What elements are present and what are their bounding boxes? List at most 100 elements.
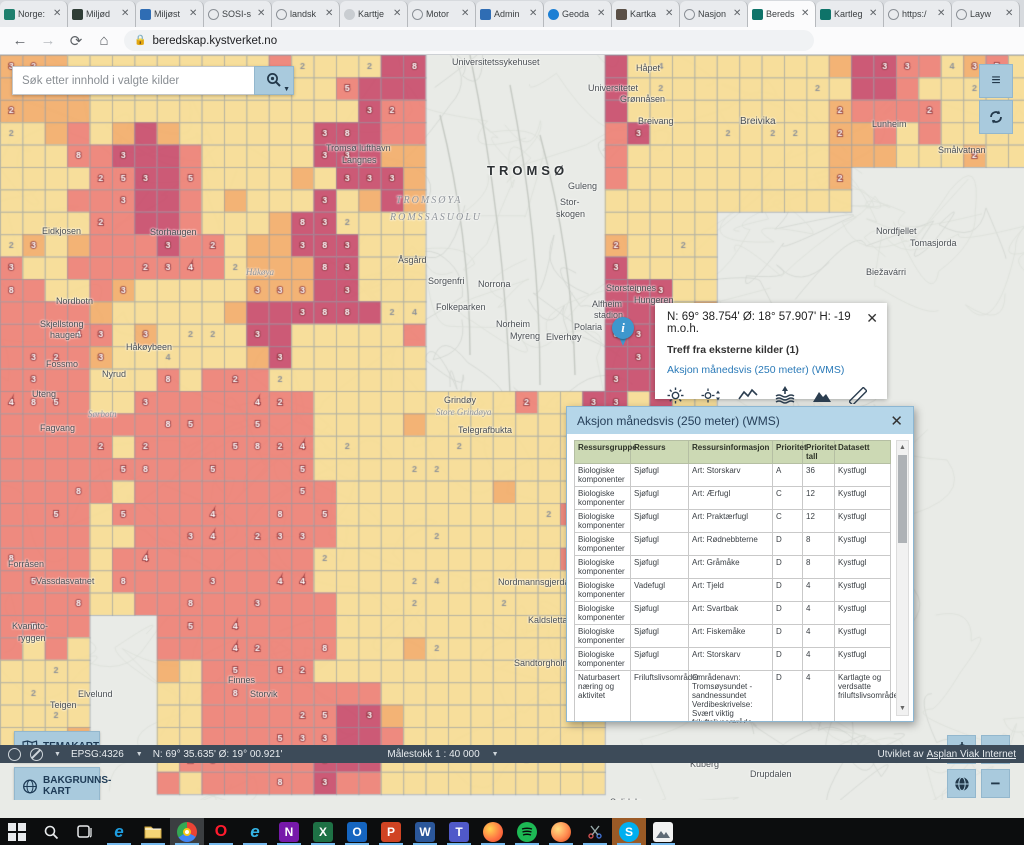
asplan-viak-link[interactable]: Asplan Viak Internet (927, 749, 1016, 760)
browser-tab-15[interactable]: Layw✕ (952, 1, 1020, 27)
taskbar-chrome-icon[interactable] (170, 818, 204, 845)
browser-tab-2[interactable]: Miljød✕ (68, 1, 136, 27)
taskbar-task-view-icon[interactable] (68, 818, 102, 845)
browser-tab-5[interactable]: landsk✕ (272, 1, 340, 27)
profile-icon[interactable] (738, 387, 758, 403)
caret-down-icon[interactable]: ▼ (54, 751, 61, 758)
browser-tab-6[interactable]: Karttje✕ (340, 1, 408, 27)
tab-close-icon[interactable]: ✕ (869, 9, 879, 19)
overview-globe-button[interactable] (947, 769, 976, 798)
address-bar[interactable]: 🔒 beredskap.kystverket.no (124, 30, 814, 51)
tab-close-icon[interactable]: ✕ (665, 9, 675, 19)
bakgrunnskart-button[interactable]: BAKGRUNNS-KART (14, 767, 100, 800)
taskbar-opera-icon[interactable]: O (204, 818, 238, 845)
table-row[interactable]: Biologiske komponenterSjøfuglArt: Storsk… (575, 648, 891, 671)
scale-selector[interactable]: Målestokk 1 : 40 000 (387, 749, 479, 760)
scroll-up-icon[interactable]: ▲ (897, 441, 908, 454)
tab-favicon (344, 9, 355, 20)
table-cell: Biologiske komponenter (575, 579, 631, 602)
tab-close-icon[interactable]: ✕ (937, 9, 947, 19)
table-row[interactable]: Biologiske komponenterSjøfuglArt: Gråmåk… (575, 556, 891, 579)
table-cell: Art: Ærfugl (689, 487, 773, 510)
taskbar-file-explorer-icon[interactable] (136, 818, 170, 845)
browser-tab-9[interactable]: Geoda✕ (544, 1, 612, 27)
table-row[interactable]: Biologiske komponenterSjøfuglArt: Praktæ… (575, 510, 891, 533)
projection-globe-icon[interactable] (8, 748, 21, 761)
tab-close-icon[interactable]: ✕ (189, 9, 199, 19)
popup-titlebar[interactable]: Aksjon månedsvis (250 meter) (WMS) ✕ (567, 407, 913, 434)
browser-tab-12[interactable]: Bereds✕ (748, 1, 816, 27)
epsg-selector[interactable]: EPSG:4326 (71, 749, 124, 760)
tab-close-icon[interactable]: ✕ (393, 9, 403, 19)
browser-tab-1[interactable]: Norge:✕ (0, 1, 68, 27)
taskbar-internet-explorer-icon[interactable]: e (238, 818, 272, 845)
tab-close-icon[interactable]: ✕ (1005, 9, 1015, 19)
caret-down-icon[interactable]: ▼ (136, 751, 143, 758)
taskbar-photos-icon[interactable] (646, 818, 680, 845)
tab-close-icon[interactable]: ✕ (529, 9, 539, 19)
taskbar-word-icon[interactable]: W (408, 818, 442, 845)
tab-close-icon[interactable]: ✕ (257, 9, 267, 19)
table-row[interactable]: Biologiske komponenterSjøfuglArt: Fiskem… (575, 625, 891, 648)
taskbar-powerpoint-icon[interactable]: P (374, 818, 408, 845)
browser-tab-8[interactable]: Admin✕ (476, 1, 544, 27)
browser-tab-10[interactable]: Kartka✕ (612, 1, 680, 27)
zoom-out-button[interactable]: − (981, 769, 1010, 798)
taskbar-snipping-tool-icon[interactable] (578, 818, 612, 845)
taskbar-start-icon[interactable] (0, 818, 34, 845)
browser-tab-7[interactable]: Motor✕ (408, 1, 476, 27)
taskbar-outlook-icon[interactable]: O (340, 818, 374, 845)
taskbar-onenote-icon[interactable]: N (272, 818, 306, 845)
browser-tab-3[interactable]: Miljøst✕ (136, 1, 204, 27)
tide-icon[interactable] (775, 386, 795, 404)
tab-close-icon[interactable]: ✕ (121, 9, 131, 19)
browser-tab-11[interactable]: Nasjon✕ (680, 1, 748, 27)
scroll-thumb[interactable] (898, 455, 907, 543)
table-row[interactable]: Biologiske komponenterVadefuglArt: Tjeld… (575, 579, 891, 602)
terrain-icon[interactable] (812, 388, 832, 403)
back-button[interactable]: ← (8, 29, 32, 53)
table-row[interactable]: Naturbasert næring og aktivitetFriluftsl… (575, 671, 891, 722)
reload-button[interactable]: ⟳ (64, 29, 88, 53)
table-row[interactable]: Biologiske komponenterSjøfuglArt: Ærfugl… (575, 487, 891, 510)
sun-adjust-icon[interactable] (701, 387, 721, 404)
tab-close-icon[interactable]: ✕ (325, 9, 335, 19)
map-viewport[interactable]: TROMSØTROMSØYAROMSSASUOLUUniversitetssyk… (0, 55, 1024, 800)
measure-icon[interactable] (849, 387, 867, 404)
tab-close-icon[interactable]: ✕ (461, 9, 471, 19)
tab-close-icon[interactable]: ✕ (53, 9, 63, 19)
wms-result-link[interactable]: Aksjon månedsvis (250 meter) (WMS) (667, 364, 877, 376)
search-input[interactable] (12, 66, 254, 95)
browser-tab-13[interactable]: Kartleg✕ (816, 1, 884, 27)
taskbar-spotify-icon[interactable] (510, 818, 544, 845)
taskbar-firefox-2-icon[interactable] (544, 818, 578, 845)
taskbar-skype-icon[interactable]: S (612, 818, 646, 845)
table-row[interactable]: Biologiske komponenterSjøfuglArt: Storsk… (575, 464, 891, 487)
close-icon[interactable]: ✕ (866, 310, 878, 327)
caret-down-icon[interactable]: ▼ (492, 751, 499, 758)
browser-tab-14[interactable]: https:/✕ (884, 1, 952, 27)
tab-close-icon[interactable]: ✕ (801, 9, 811, 19)
forward-button[interactable]: → (36, 29, 60, 53)
tab-close-icon[interactable]: ✕ (733, 9, 743, 19)
taskbar-excel-icon[interactable]: X (306, 818, 340, 845)
browser-tab-4[interactable]: SOSI-s✕ (204, 1, 272, 27)
scroll-down-icon[interactable]: ▼ (897, 702, 908, 715)
taskbar-search-icon[interactable] (34, 818, 68, 845)
taskbar-teams-icon[interactable]: T (442, 818, 476, 845)
refresh-layers-button[interactable] (979, 100, 1013, 134)
taskbar-edge-icon[interactable]: e (102, 818, 136, 845)
table-row[interactable]: Biologiske komponenterSjøfuglArt: Svartb… (575, 602, 891, 625)
taskbar-firefox-icon[interactable] (476, 818, 510, 845)
close-icon[interactable]: ✕ (890, 412, 903, 430)
sun-icon[interactable] (667, 387, 684, 404)
home-button[interactable]: ⌂ (92, 29, 116, 53)
tab-close-icon[interactable]: ✕ (597, 9, 607, 19)
menu-button[interactable]: ≡ (979, 64, 1013, 98)
info-marker[interactable]: i (612, 317, 634, 347)
search-settings-button[interactable]: ▼ (254, 66, 294, 95)
resources-table: RessursgruppeRessursRessursinformasjonPr… (574, 440, 891, 721)
compass-icon[interactable] (30, 748, 43, 761)
table-row[interactable]: Biologiske komponenterSjøfuglArt: Rødneb… (575, 533, 891, 556)
popup-scrollbar[interactable]: ▲ ▼ (896, 440, 909, 716)
